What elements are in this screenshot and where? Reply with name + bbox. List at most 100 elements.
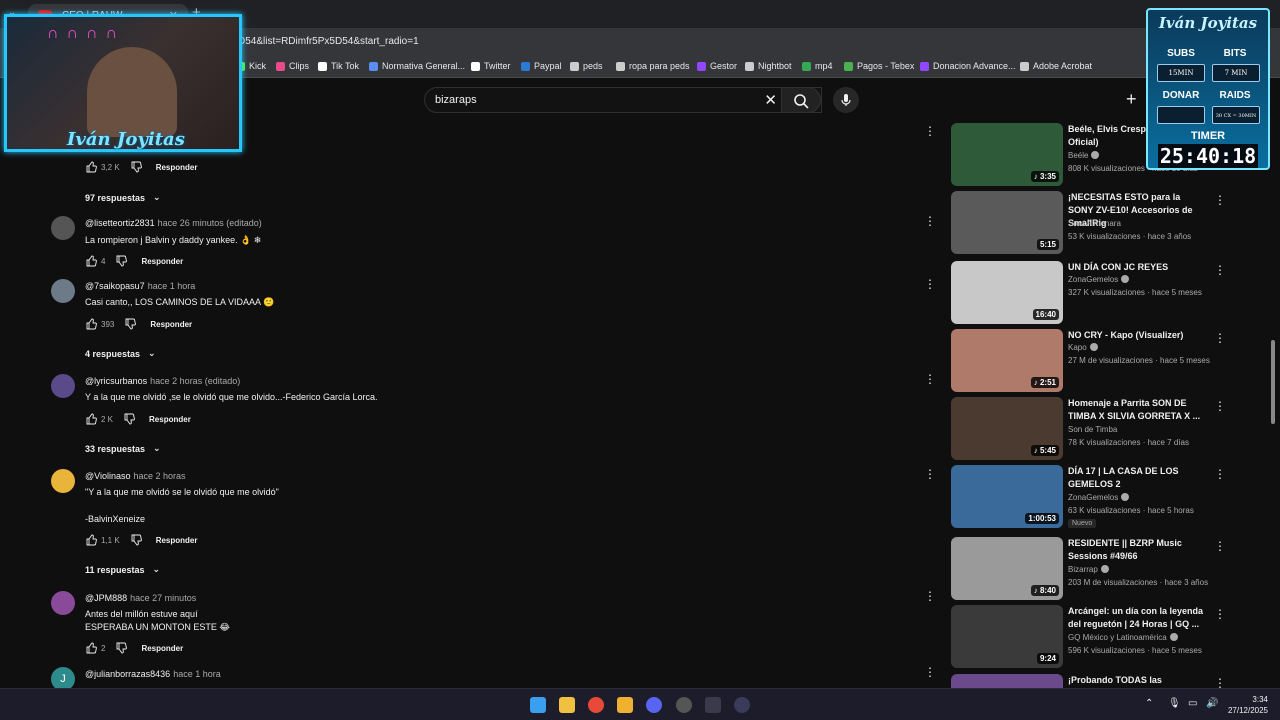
bookmark-item[interactable]: ropa para peds [616,61,690,71]
like-icon[interactable] [85,318,97,330]
avatar[interactable] [51,591,75,615]
comment-menu-icon[interactable]: ⋮ [924,467,936,481]
video-channel[interactable]: GQ México y Latinoamérica [1068,633,1178,642]
video-channel[interactable]: Son de Timba [1068,425,1117,434]
video-channel[interactable]: Bizarrap [1068,565,1109,574]
clear-search-icon[interactable]: ✕ [764,91,777,109]
comment-author[interactable]: @julianborrazas8436 [85,669,170,679]
comment-author[interactable]: @lisetteortiz2831 [85,218,155,228]
video-thumbnail[interactable]: 5:15 [951,191,1063,254]
tray-chevron-up-icon[interactable]: ⌃ [1145,698,1153,709]
comment-time[interactable]: hace 2 horas [134,471,186,481]
bookmark-item[interactable]: Adobe Acrobat [1020,61,1092,71]
dislike-icon[interactable] [115,642,128,654]
video-title[interactable]: ¡Probando TODAS las [1068,674,1208,687]
view-replies-button[interactable]: 4 respuestas ⌄ [85,348,156,359]
view-replies-button[interactable]: 97 respuestas ⌄ [85,192,161,203]
video-thumbnail[interactable]: ♪ 8:40 [951,537,1063,600]
dislike-icon[interactable] [130,534,142,546]
video-menu-icon[interactable]: ⋮ [1214,467,1226,481]
video-channel[interactable]: Beéle [1068,151,1100,160]
video-title[interactable]: DÍA 17 | LA CASA DE LOS GEMELOS 2 [1068,465,1208,491]
video-channel[interactable]: ZonaGemelos [1068,493,1130,502]
bookmark-item[interactable]: Clips [276,61,309,71]
video-menu-icon[interactable]: ⋮ [1214,607,1226,621]
related-video[interactable]: 9:24 Arcángel: un día con la leyenda del … [951,605,1280,669]
dislike-icon[interactable] [124,318,137,330]
video-channel[interactable]: ZonaGemelos [1068,275,1130,284]
video-menu-icon[interactable]: ⋮ [1214,539,1226,553]
avatar[interactable] [51,216,75,240]
comment-author[interactable]: @7saikopasu7 [85,281,145,291]
video-menu-icon[interactable]: ⋮ [1214,263,1226,277]
search-button[interactable] [781,87,821,113]
app-icon[interactable] [734,697,750,713]
chrome-icon[interactable] [588,697,604,713]
dislike-icon[interactable] [130,161,142,173]
comment-menu-icon[interactable]: ⋮ [924,277,936,291]
reply-button[interactable]: Responder [141,644,183,653]
comment-menu-icon[interactable]: ⋮ [924,124,936,138]
obs-icon[interactable] [676,697,692,713]
system-clock[interactable]: 3:34 27/12/2025 [1228,694,1268,716]
video-thumbnail[interactable] [951,674,1063,688]
video-thumbnail[interactable]: 16:40 [951,261,1063,324]
voice-search-button[interactable] [833,87,859,113]
video-title[interactable]: Homenaje a Parrita SON DE TIMBA X SILVIA… [1068,397,1208,423]
comment-menu-icon[interactable]: ⋮ [924,665,936,679]
video-menu-icon[interactable]: ⋮ [1214,399,1226,413]
view-replies-button[interactable]: 11 respuestas ⌄ [85,564,160,575]
search-box[interactable]: bizaraps ✕ [424,87,822,113]
comment-time[interactable]: hace 26 minutos (editado) [158,218,262,228]
like-icon[interactable] [85,534,97,546]
volume-icon[interactable]: 🔊 [1206,698,1218,709]
avatar[interactable] [51,374,75,398]
bookmark-item[interactable]: mp4 [802,61,833,71]
bookmark-item[interactable]: Twitter [471,61,511,71]
video-channel[interactable]: Kapo [1068,343,1098,352]
store-icon[interactable] [559,697,575,713]
like-icon[interactable] [85,255,97,267]
comment-time[interactable]: hace 27 minutos [130,593,196,603]
network-icon[interactable]: ▭ [1188,698,1197,709]
video-thumbnail[interactable]: 1:00:53 [951,465,1063,528]
discord-icon[interactable] [646,697,662,713]
scrollbar[interactable] [1271,340,1275,424]
video-title[interactable]: RESIDENTE || BZRP Music Sessions #49/66 [1068,537,1208,563]
video-thumbnail[interactable]: ♪ 3:35 [951,123,1063,186]
related-video[interactable]: ♪ 8:40 RESIDENTE || BZRP Music Sessions #… [951,537,1280,601]
video-menu-icon[interactable]: ⋮ [1214,331,1226,345]
comment-menu-icon[interactable]: ⋮ [924,214,936,228]
bookmark-item[interactable]: Paypal [521,61,562,71]
bookmark-item[interactable]: Tik Tok [318,61,359,71]
comment-menu-icon[interactable]: ⋮ [924,589,936,603]
windows-start-icon[interactable] [530,697,546,713]
like-icon[interactable] [85,642,97,654]
related-video[interactable]: 16:40 UN DÍA CON JC REYES ZonaGemelos 327 K… [951,261,1280,325]
video-thumbnail[interactable]: 9:24 [951,605,1063,668]
video-menu-icon[interactable]: ⋮ [1214,193,1226,207]
url-text[interactable]: D54&list=RDimfr5Px5D54&start_radio=1 [238,36,419,47]
microphone-tray-icon[interactable]: 🎙 [1168,698,1181,709]
video-thumbnail[interactable]: ♪ 5:45 [951,397,1063,460]
view-replies-button[interactable]: 33 respuestas ⌄ [85,443,161,454]
related-video[interactable]: ♪ 5:45 Homenaje a Parrita SON DE TIMBA X … [951,397,1280,461]
comment-author[interactable]: @JPM888 [85,593,127,603]
bookmark-item[interactable]: Donacion Advance... [920,61,1016,71]
avatar[interactable] [51,469,75,493]
file-explorer-icon[interactable] [617,697,633,713]
comment-author[interactable]: @lyricsurbanos [85,376,147,386]
bookmark-item[interactable]: Nightbot [745,61,792,71]
video-thumbnail[interactable]: ♪ 2:51 [951,329,1063,392]
bookmark-item[interactable]: Gestor [697,61,737,71]
reply-button[interactable]: Responder [156,163,198,172]
comment-time[interactable]: hace 1 hora [148,281,196,291]
video-channel[interactable]: Srod Almenara [1068,219,1121,228]
avatar[interactable]: J [51,667,75,688]
dislike-icon[interactable] [115,255,128,267]
comment-menu-icon[interactable]: ⋮ [924,372,936,386]
reply-button[interactable]: Responder [149,415,191,424]
bookmark-item[interactable]: peds [570,61,603,71]
capcut-icon[interactable] [705,697,721,713]
video-menu-icon[interactable]: ⋮ [1214,676,1226,688]
